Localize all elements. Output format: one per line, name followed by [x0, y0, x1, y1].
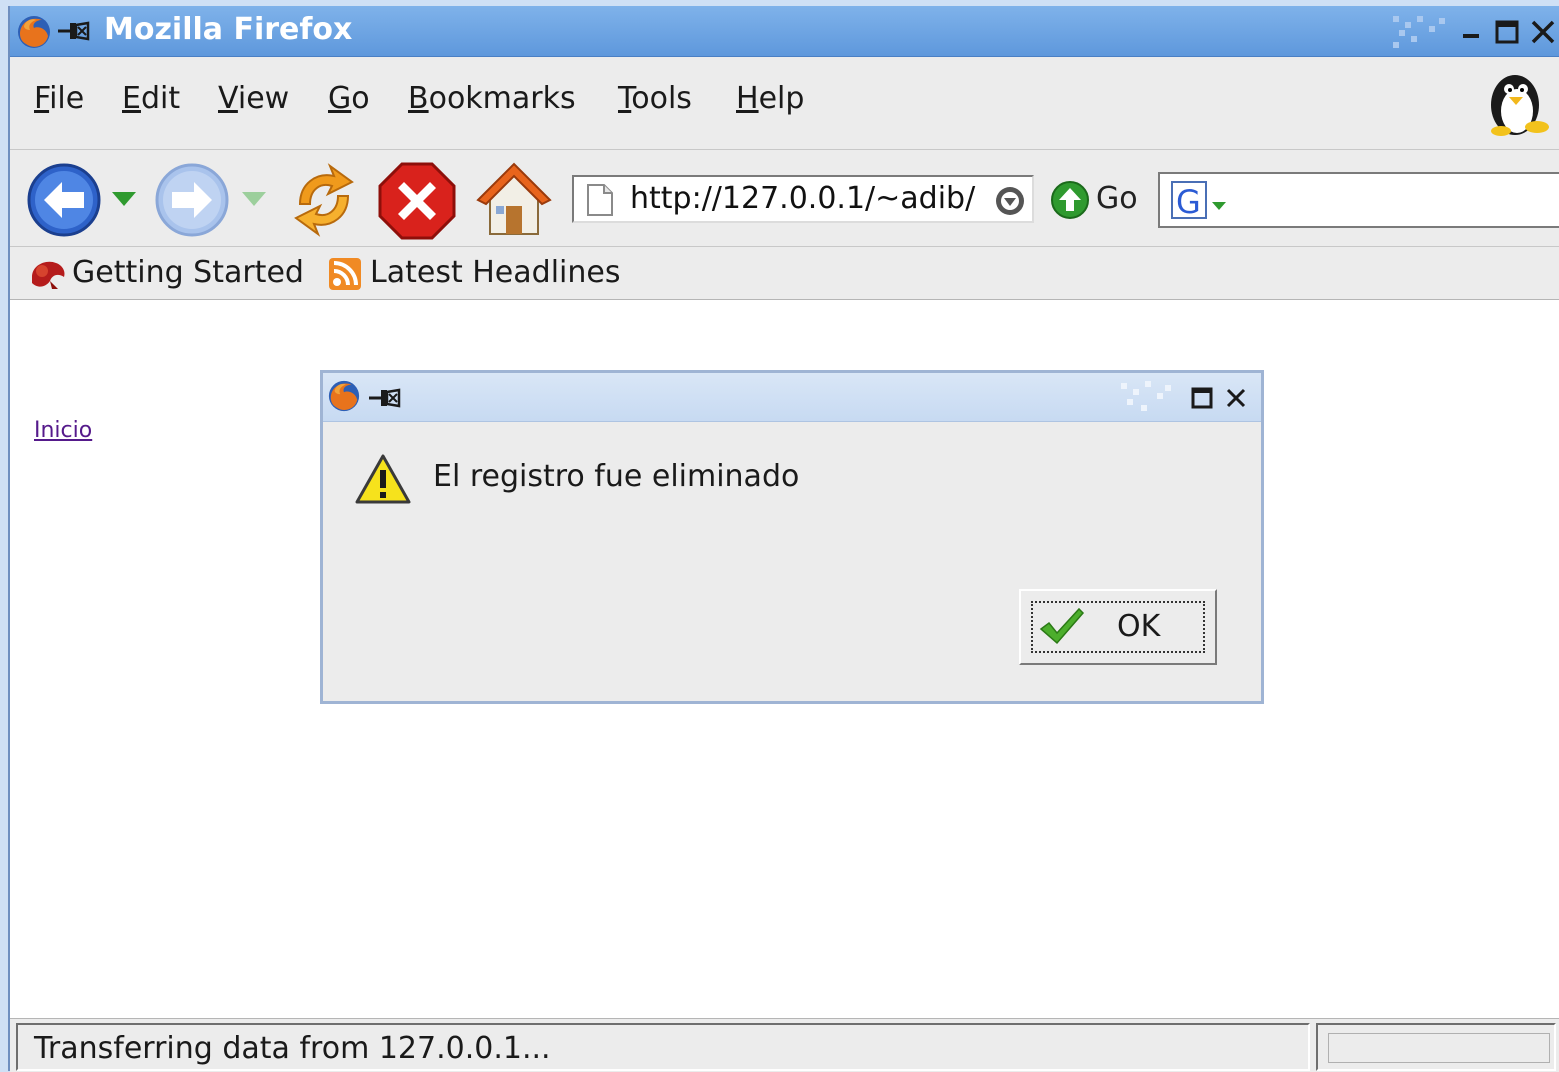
menu-file-label: ile — [49, 81, 85, 116]
menu-file[interactable]: File — [34, 81, 84, 116]
go-arrow-icon — [1051, 181, 1089, 219]
menu-edit-mnemonic: E — [122, 81, 141, 116]
window-title: Mozilla Firefox — [104, 12, 353, 47]
svg-text:G: G — [1176, 183, 1201, 220]
pin-icon[interactable] — [56, 19, 92, 43]
stop-button[interactable] — [378, 162, 456, 240]
menu-help[interactable]: Help — [736, 81, 804, 116]
ok-button[interactable]: OK — [1019, 589, 1217, 665]
pin-icon[interactable] — [367, 386, 403, 410]
status-progress-panel — [1316, 1023, 1556, 1071]
menu-tools-label: ools — [631, 81, 692, 116]
go-label: Go — [1096, 181, 1138, 216]
alert-dialog: El registro fue eliminado OK — [320, 370, 1264, 704]
reload-button[interactable] — [286, 160, 362, 240]
url-text: http://127.0.0.1/~adib/ — [630, 181, 976, 216]
menu-bar: File Edit View Go Bookmarks Tools Help — [10, 57, 1559, 150]
throbber-penguin-icon — [1491, 75, 1549, 136]
menu-help-label: elp — [758, 81, 805, 116]
page-icon — [587, 184, 613, 216]
menu-view-label: iew — [237, 81, 290, 116]
url-bar[interactable]: http://127.0.0.1/~adib/ — [572, 175, 1034, 223]
menu-bookmarks[interactable]: Bookmarks — [408, 81, 576, 116]
back-dropdown-icon[interactable] — [110, 190, 138, 210]
titlebar-decoration-icon — [1393, 16, 1445, 48]
menu-tools[interactable]: Tools — [618, 81, 692, 116]
navigation-toolbar: http://127.0.0.1/~adib/ Go G — [10, 150, 1559, 247]
home-button[interactable] — [476, 160, 552, 240]
status-bar: Transferring data from 127.0.0.1... — [10, 1018, 1559, 1072]
title-bar[interactable]: Mozilla Firefox — [10, 6, 1559, 57]
menu-bookmarks-label: ookmarks — [428, 81, 576, 116]
page-content: Inicio El registro fue eliminado OK — [10, 300, 1559, 1018]
bookmark-label: Latest Headlines — [370, 255, 621, 290]
menu-edit-label: dit — [140, 81, 181, 116]
dialog-message: El registro fue eliminado — [433, 459, 800, 494]
menu-view[interactable]: View — [218, 81, 289, 116]
progress-meter — [1328, 1033, 1550, 1063]
url-history-dropdown-icon[interactable] — [994, 185, 1026, 217]
dialog-title-bar[interactable] — [323, 373, 1261, 422]
menu-tools-mnemonic: T — [618, 81, 632, 116]
dialog-maximize-button[interactable] — [1189, 385, 1215, 411]
ok-label: OK — [1117, 609, 1161, 644]
bookmark-label: Getting Started — [72, 255, 304, 290]
status-text: Transferring data from 127.0.0.1... — [34, 1031, 551, 1066]
inicio-link[interactable]: Inicio — [34, 418, 92, 443]
checkmark-icon — [1039, 607, 1085, 645]
bookmarks-toolbar: Getting Started Latest Headlines — [10, 247, 1559, 300]
minimize-button[interactable] — [1455, 16, 1487, 48]
menu-help-mnemonic: H — [736, 81, 759, 116]
dialog-close-button[interactable] — [1223, 385, 1249, 411]
warning-icon — [355, 454, 411, 504]
firefox-logo-icon — [328, 380, 360, 412]
menu-go-label: o — [351, 81, 370, 116]
rss-feed-icon — [329, 258, 361, 290]
menu-bookmarks-mnemonic: B — [408, 81, 429, 116]
back-button[interactable] — [26, 162, 106, 238]
titlebar-decoration-icon — [1121, 381, 1171, 411]
menu-file-mnemonic: F — [34, 81, 50, 116]
menu-view-mnemonic: V — [218, 81, 238, 116]
firefox-logo-icon[interactable] — [16, 14, 52, 50]
menu-go[interactable]: Go — [328, 81, 370, 116]
menu-edit[interactable]: Edit — [122, 81, 180, 116]
forward-button[interactable] — [154, 162, 234, 238]
forward-dropdown-icon[interactable] — [240, 190, 268, 210]
search-bar[interactable]: G — [1158, 172, 1559, 228]
menu-go-mnemonic: G — [328, 81, 352, 116]
browser-window: Mozilla Firefox File Edit View Go Bookma… — [8, 6, 1559, 1072]
status-text-panel: Transferring data from 127.0.0.1... — [16, 1023, 1310, 1071]
close-button[interactable] — [1527, 16, 1559, 48]
google-search-engine-icon[interactable]: G — [1170, 180, 1230, 220]
maximize-button[interactable] — [1491, 16, 1523, 48]
firefox-bookmark-icon — [32, 261, 65, 289]
